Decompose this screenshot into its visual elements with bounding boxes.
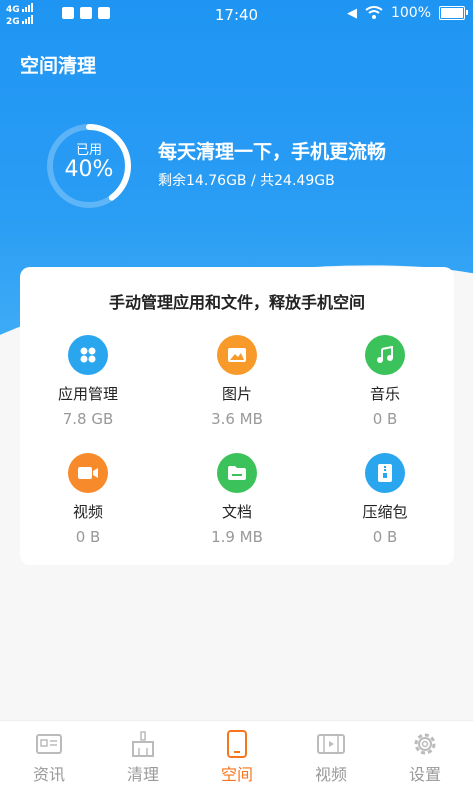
- news-icon: [2, 729, 96, 759]
- file-manager-card: 手动管理应用和文件，释放手机空间 应用管理 7.8 GB 图片 3.6 MB 音…: [20, 267, 454, 565]
- page-title: 空间清理: [20, 55, 97, 77]
- folder-icon: [217, 453, 257, 493]
- phone-icon: [190, 729, 284, 759]
- wifi-icon: [365, 6, 383, 19]
- battery-percent: 100%: [390, 5, 431, 21]
- item-size: 3.6 MB: [211, 410, 263, 428]
- gear-icon: [378, 729, 472, 759]
- used-percent: 40%: [64, 157, 114, 182]
- zip-icon: [365, 453, 405, 493]
- item-size: 0 B: [75, 528, 101, 546]
- music-icon: [365, 335, 405, 375]
- slogan: 每天清理一下，手机更流畅: [158, 141, 387, 163]
- item-documents[interactable]: 文档 1.9 MB: [177, 453, 297, 546]
- item-name: 视频: [72, 503, 103, 521]
- card-title: 手动管理应用和文件，释放手机空间: [108, 293, 365, 312]
- item-size: 1.9 MB: [211, 528, 263, 546]
- status-bar: 4G 2G 17:40 ◀ 100%: [0, 0, 473, 30]
- tab-settings[interactable]: 设置: [378, 721, 472, 785]
- item-size: 0 B: [372, 528, 398, 546]
- item-app-manager[interactable]: 应用管理 7.8 GB: [28, 335, 148, 428]
- mute-icon: ◀: [346, 5, 357, 21]
- item-name: 应用管理: [57, 385, 118, 403]
- tab-clean[interactable]: 清理: [96, 721, 190, 785]
- battery-icon: [439, 6, 468, 20]
- item-images[interactable]: 图片 3.6 MB: [177, 335, 297, 428]
- tab-label: 资讯: [32, 765, 65, 784]
- item-size: 7.8 GB: [62, 410, 114, 428]
- tab-label: 设置: [408, 765, 441, 784]
- broom-icon: [96, 729, 190, 759]
- tab-video[interactable]: 视频: [284, 721, 378, 785]
- tab-news[interactable]: 资讯: [2, 721, 96, 785]
- item-name: 压缩包: [362, 503, 408, 521]
- storage-info: 剩余14.76GB / 共24.49GB: [158, 173, 335, 189]
- tab-label: 空间: [220, 765, 253, 784]
- tab-label: 视频: [314, 765, 347, 784]
- apps-icon: [68, 335, 108, 375]
- used-label: 已用: [75, 143, 102, 158]
- tab-label: 清理: [126, 765, 159, 784]
- item-name: 音乐: [369, 385, 400, 403]
- item-name: 图片: [221, 385, 252, 403]
- item-name: 文档: [221, 503, 252, 521]
- item-music[interactable]: 音乐 0 B: [325, 335, 445, 428]
- image-icon: [217, 335, 257, 375]
- tab-space[interactable]: 空间: [190, 721, 284, 785]
- item-size: 0 B: [372, 410, 398, 428]
- item-video[interactable]: 视频 0 B: [28, 453, 148, 546]
- item-archives[interactable]: 压缩包 0 B: [325, 453, 445, 546]
- video-icon: [68, 453, 108, 493]
- film-icon: [284, 729, 378, 759]
- bottom-tab-bar: 资讯 清理 空间 视频 设置: [0, 720, 473, 794]
